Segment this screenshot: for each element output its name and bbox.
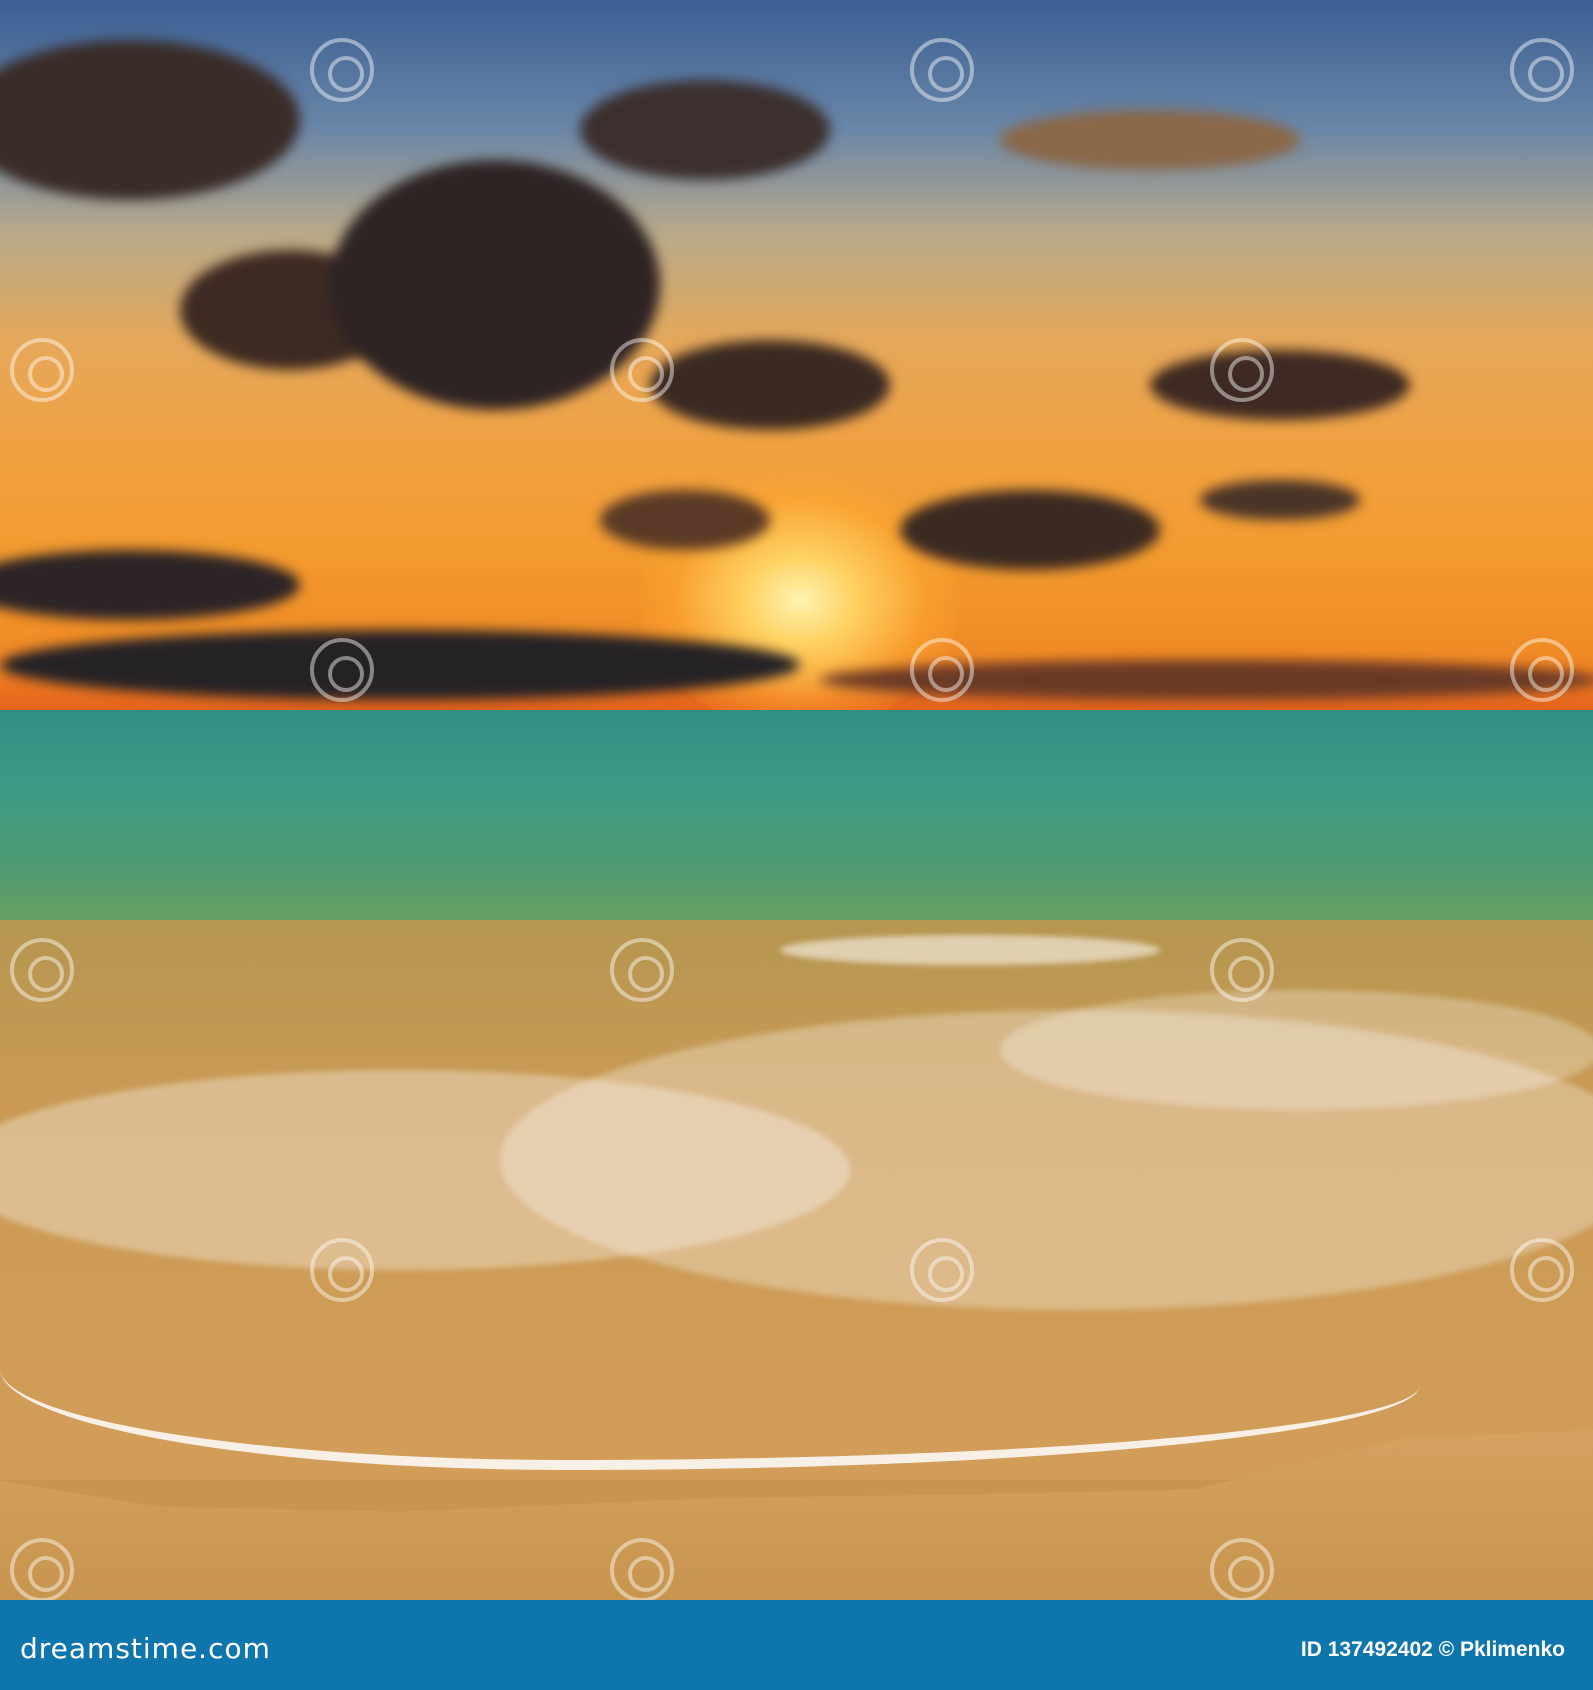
beach-sunset-photo <box>0 0 1593 1600</box>
dreamstime-logo: dreamstime.com <box>20 1632 271 1665</box>
image-credit: ID 137492402 © Pklimenko <box>1300 1638 1565 1661</box>
stock-footer-bar: dreamstime.com ID 137492402 © Pklimenko <box>0 1600 1593 1690</box>
